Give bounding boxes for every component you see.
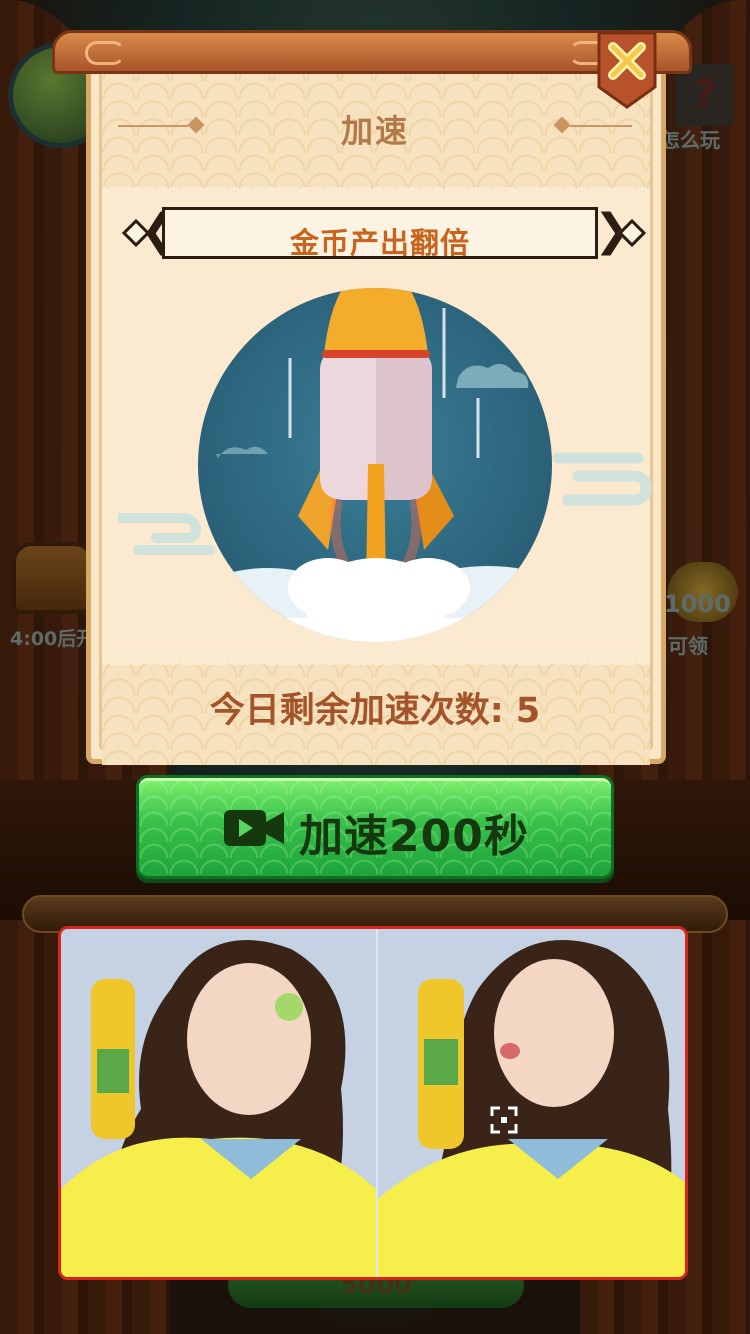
speed-up-200s-button[interactable]: 加速200秒 bbox=[136, 775, 614, 879]
dialog-subtitle: 金币产出翻倍 bbox=[289, 226, 470, 260]
cloud-left-icon bbox=[118, 513, 215, 555]
ad-photo-right bbox=[378, 929, 685, 1277]
advertisement-banner[interactable] bbox=[58, 926, 688, 1280]
remaining-speedups-label: 今日剩余加速次数: 5 bbox=[209, 691, 541, 731]
ad-photo-left bbox=[61, 929, 376, 1277]
dialog-title: 加速 bbox=[340, 112, 409, 150]
cloud-right-icon bbox=[552, 452, 652, 506]
ad-image-left bbox=[61, 929, 376, 1277]
fullscreen-icon[interactable] bbox=[490, 1106, 518, 1134]
close-x-icon bbox=[597, 31, 657, 109]
video-camera-icon bbox=[224, 810, 284, 846]
speed-up-button-label: 加速200秒 bbox=[299, 811, 529, 862]
close-button[interactable] bbox=[595, 31, 659, 109]
zigzag-divider-top bbox=[102, 187, 650, 199]
title-line-right bbox=[570, 125, 632, 127]
rocket-icon bbox=[198, 288, 552, 642]
banner-swirl-left bbox=[85, 41, 125, 65]
zigzag-divider-bottom bbox=[102, 653, 650, 665]
ad-image-right bbox=[376, 929, 685, 1277]
rocket-illustration bbox=[198, 288, 552, 642]
subtitle-ribbon: 金币产出翻倍 bbox=[162, 207, 598, 260]
